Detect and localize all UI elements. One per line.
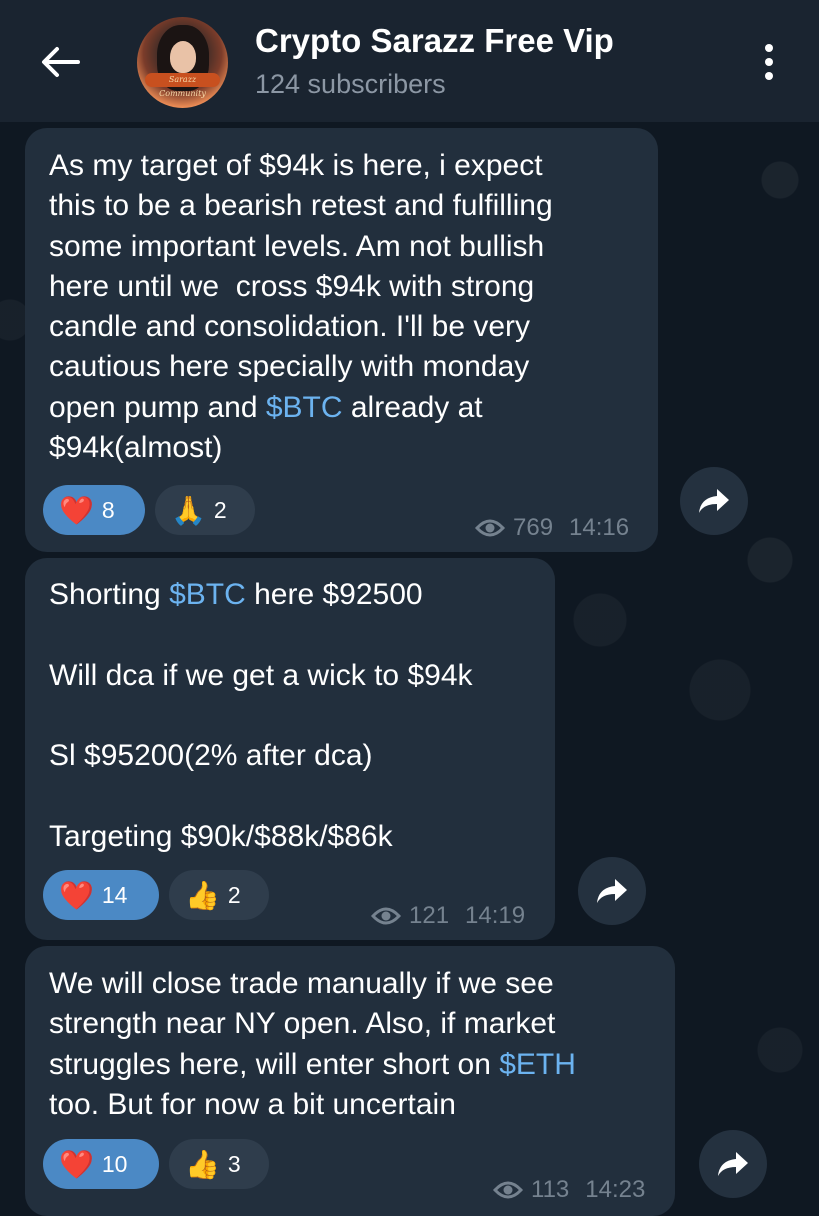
- message-meta: 769 14:16: [475, 514, 629, 542]
- heart-icon: ❤️: [59, 879, 94, 911]
- more-options-button[interactable]: [748, 40, 790, 84]
- forward-button[interactable]: [578, 857, 646, 925]
- hashtag-link[interactable]: $ETH: [499, 1048, 576, 1081]
- channel-title[interactable]: Crypto Sarazz Free Vip: [255, 22, 614, 60]
- share-arrow-icon: [718, 1152, 748, 1176]
- reaction-heart[interactable]: ❤️ 10: [43, 1139, 159, 1189]
- heart-icon: ❤️: [59, 494, 94, 526]
- dot-icon: [765, 58, 773, 66]
- forward-button[interactable]: [680, 467, 748, 535]
- heart-icon: ❤️: [59, 1148, 94, 1180]
- reaction-praying-hands[interactable]: 🙏 2: [155, 485, 255, 535]
- reaction-heart[interactable]: ❤️ 14: [43, 870, 159, 920]
- message-time: 14:19: [465, 902, 526, 929]
- eye-icon: [371, 907, 401, 925]
- dot-icon: [765, 44, 773, 52]
- channel-header: Sarazz Community Crypto Sarazz Free Vip …: [0, 0, 819, 122]
- reaction-thumbs-up[interactable]: 👍 3: [169, 1139, 269, 1189]
- hashtag-link[interactable]: $BTC: [169, 578, 246, 611]
- hashtag-link[interactable]: $BTC: [266, 391, 343, 424]
- share-arrow-icon: [699, 489, 729, 513]
- message-time: 14:16: [569, 514, 630, 541]
- message-text: Shorting $BTC here $92500 Will dca if we…: [49, 578, 473, 853]
- reaction-heart[interactable]: ❤️ 8: [43, 485, 145, 535]
- thumbs-up-icon: 👍: [185, 1148, 220, 1180]
- thumbs-up-icon: 👍: [185, 879, 220, 911]
- message-text: As my target of $94k is here, i expect t…: [49, 149, 553, 465]
- message-bubble[interactable]: As my target of $94k is here, i expect t…: [25, 128, 658, 552]
- eye-icon: [475, 519, 505, 537]
- channel-avatar[interactable]: Sarazz Community: [137, 17, 228, 108]
- eye-icon: [493, 1181, 523, 1199]
- message-bubble[interactable]: Shorting $BTC here $92500 Will dca if we…: [25, 558, 555, 940]
- subscriber-count: 124 subscribers: [255, 69, 446, 99]
- view-count: 121: [409, 902, 450, 929]
- message-meta: 121 14:19: [371, 902, 525, 930]
- dot-icon: [765, 72, 773, 80]
- back-button[interactable]: [38, 40, 82, 84]
- arrow-left-icon: [42, 47, 80, 77]
- message-text: We will close trade manually if we see s…: [49, 967, 576, 1121]
- share-arrow-icon: [597, 879, 627, 903]
- forward-button[interactable]: [699, 1130, 767, 1198]
- avatar-label: Sarazz Community: [145, 73, 220, 98]
- message-bubble[interactable]: We will close trade manually if we see s…: [25, 946, 675, 1216]
- praying-hands-icon: 🙏: [171, 494, 206, 526]
- reaction-thumbs-up[interactable]: 👍 2: [169, 870, 269, 920]
- view-count: 769: [513, 514, 554, 541]
